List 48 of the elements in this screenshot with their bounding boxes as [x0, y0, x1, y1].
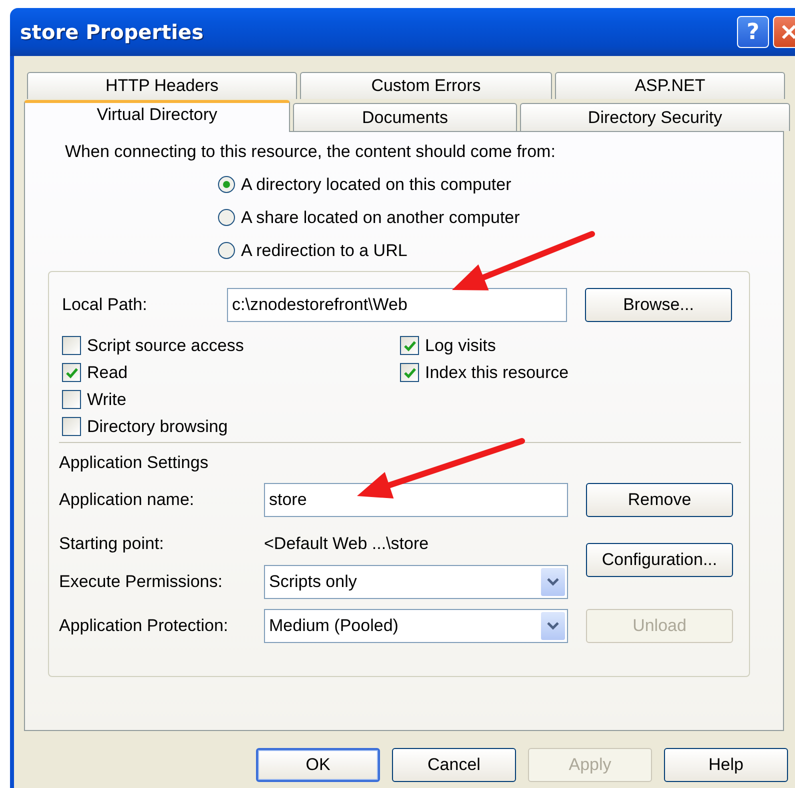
checkbox[interactable]	[400, 363, 419, 382]
checkbox-label: Log visits	[425, 336, 496, 356]
dialog-button[interactable]: OK	[256, 748, 380, 782]
execute-permissions-label: Execute Permissions:	[58, 572, 224, 592]
radio-label: A redirection to a URL	[241, 240, 408, 260]
local-path-field[interactable]: c:\znodestorefront\Web	[227, 288, 567, 322]
tab[interactable]: Directory Security	[520, 103, 790, 131]
radio-button[interactable]	[218, 176, 235, 193]
tab[interactable]: Documents	[293, 103, 517, 131]
tab[interactable]: HTTP Headers	[27, 72, 297, 99]
radio-button[interactable]	[218, 242, 235, 259]
checkmark-icon	[64, 366, 78, 380]
execute-permissions-dropdown[interactable]: Scripts only	[264, 565, 568, 599]
dialog-button[interactable]: Help	[664, 748, 788, 782]
application-protection-dropdown[interactable]: Medium (Pooled)	[264, 609, 568, 643]
checkbox[interactable]	[62, 336, 81, 355]
radio-button[interactable]	[218, 209, 235, 226]
radio-label: A share located on another computer	[241, 208, 520, 228]
checkbox[interactable]	[62, 390, 81, 409]
application-name-label: Application name:	[58, 490, 196, 510]
configuration-button[interactable]: Configuration...	[586, 543, 733, 577]
remove-button[interactable]: Remove	[586, 483, 733, 517]
browse-button[interactable]: Browse...	[585, 288, 732, 322]
tab[interactable]: Virtual Directory	[24, 100, 290, 132]
checkbox-label: Script source access	[87, 336, 244, 356]
checkbox[interactable]	[62, 363, 81, 382]
application-protection-label: Application Protection:	[58, 616, 230, 636]
checkmark-icon	[402, 338, 416, 352]
window-title: store Properties	[20, 20, 204, 44]
tab[interactable]: ASP.NET	[555, 72, 785, 99]
dialog-button[interactable]: Cancel	[392, 748, 516, 782]
tab[interactable]: Custom Errors	[300, 72, 552, 99]
help-button[interactable]: ?	[737, 16, 769, 48]
local-path-label: Local Path:	[61, 295, 148, 315]
radio-label: A directory located on this computer	[241, 174, 512, 194]
section-heading: Application Settings	[59, 453, 208, 474]
checkbox-label: Read	[87, 362, 128, 382]
close-icon	[779, 22, 795, 42]
checkbox-label: Write	[87, 390, 126, 410]
starting-point-label: Starting point:	[58, 534, 165, 554]
starting-point-value: <Default Web ...\store	[264, 534, 430, 554]
application-name-field[interactable]: store	[264, 483, 568, 517]
checkmark-icon	[402, 366, 416, 380]
checkbox-label: Directory browsing	[87, 416, 228, 436]
checkbox[interactable]	[62, 417, 81, 436]
checkbox[interactable]	[400, 336, 419, 355]
prompt-text: When connecting to this resource, the content should come from:	[64, 142, 556, 163]
checkbox-label: Index this resource	[425, 362, 569, 382]
